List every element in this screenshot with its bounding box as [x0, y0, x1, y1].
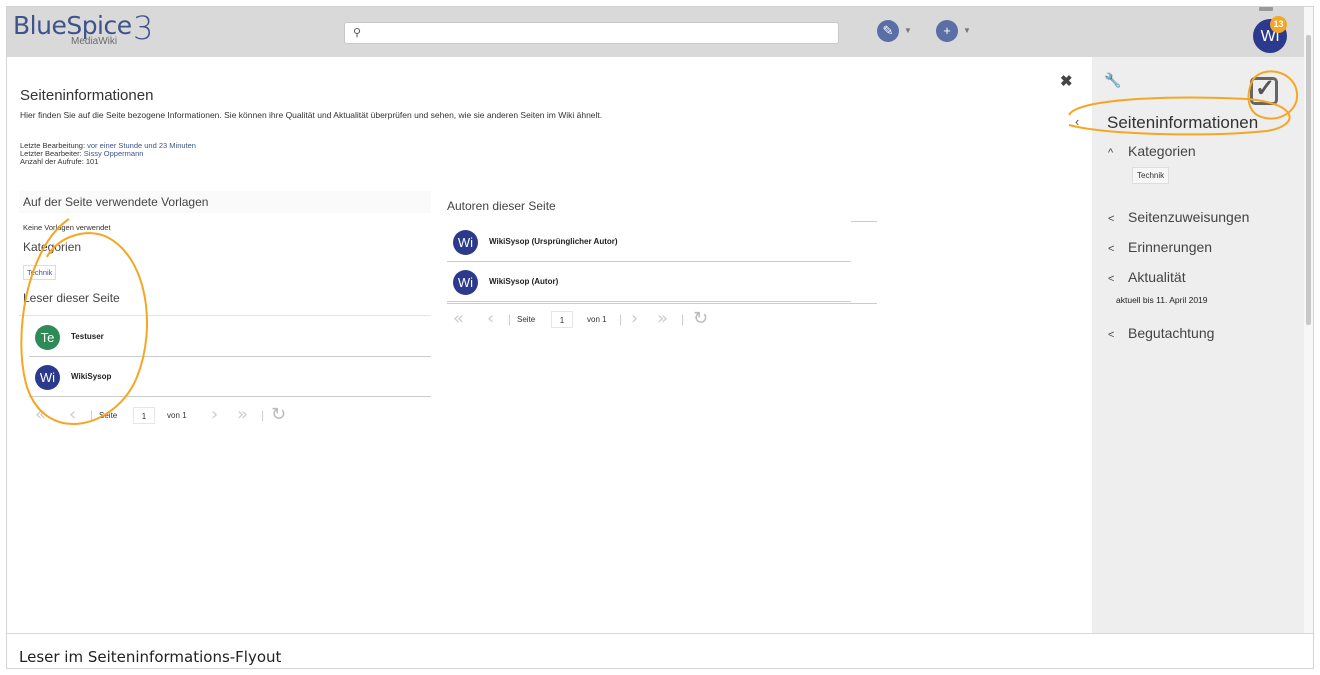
prev-page-icon[interactable]: ‹ — [487, 308, 494, 329]
pager-separator: | — [261, 408, 265, 422]
reader-name: Testuser — [71, 332, 104, 341]
prev-page-icon[interactable]: ‹ — [69, 404, 76, 425]
pager-separator: | — [619, 312, 623, 326]
flyout-category-tag[interactable]: Technik — [1132, 167, 1170, 184]
logo[interactable]: BlueSpice MediaWiki 3 — [13, 9, 163, 51]
close-icon[interactable]: ✖ — [1060, 72, 1073, 90]
search-input[interactable]: ⚲ — [344, 22, 839, 44]
of-pages-label: von 1 — [587, 315, 607, 324]
refresh-icon[interactable]: ↻ — [693, 308, 708, 329]
first-page-icon[interactable]: « — [453, 308, 464, 329]
search-icon: ⚲ — [353, 27, 362, 39]
avatar: Wi — [453, 270, 478, 295]
first-page-icon[interactable]: « — [35, 404, 46, 425]
wrench-icon[interactable]: 🔧 — [1104, 72, 1121, 89]
edit-button[interactable]: ✎ — [877, 20, 899, 42]
next-page-icon[interactable]: › — [211, 404, 218, 425]
category-tag[interactable]: Technik — [23, 265, 57, 280]
caption-divider — [7, 633, 1313, 634]
top-edge-handle — [1259, 7, 1273, 11]
author-row[interactable]: Wi WikiSysop (Ursprünglicher Autor) — [447, 222, 851, 262]
notification-badge[interactable]: 13 — [1270, 16, 1287, 33]
author-name: WikiSysop (Ursprünglicher Autor) — [489, 237, 618, 246]
flyout-item-review[interactable]: < Begutachtung — [1108, 325, 1214, 341]
page-info-dialog: ✖ Seiteninformationen Hier finden Sie au… — [7, 57, 1092, 633]
logo-version: 3 — [133, 9, 154, 47]
readers-header: Leser dieser Seite — [19, 287, 431, 309]
avatar: Te — [35, 325, 60, 350]
edit-dropdown-caret[interactable]: ▼ — [904, 26, 912, 35]
readers-pager: « ‹ | Seite 1 von 1 › » | ↻ — [35, 404, 295, 427]
flyout-item-label: Erinnerungen — [1128, 239, 1213, 255]
templates-none-text: Keine Vorlagen verwendet — [23, 223, 111, 232]
pager-separator: | — [90, 408, 94, 422]
checkbox-icon[interactable]: ✓ — [1250, 75, 1278, 105]
flyout-item-assignments[interactable]: < Seitenzuweisungen — [1108, 209, 1249, 225]
templates-header: Auf der Seite verwendete Vorlagen — [19, 191, 431, 213]
scrollbar-thumb[interactable] — [1306, 35, 1311, 325]
readers-divider — [19, 315, 431, 316]
avatar: Wi — [453, 230, 478, 255]
screenshot: BlueSpice MediaWiki 3 ⚲ ✎ ▼ + ▼ Wi 13 ✖ … — [7, 7, 1313, 633]
avatar: Wi — [35, 365, 60, 390]
flyout-item-label: Aktualität — [1128, 269, 1186, 285]
refresh-icon[interactable]: ↻ — [271, 404, 286, 425]
page-info-flyout: 🔧 ✓ ‹ Seiteninformationen ^ Kategorien Te… — [1075, 57, 1304, 633]
page-input[interactable]: 1 — [551, 311, 573, 328]
page-label: Seite — [99, 411, 118, 420]
page-description: Hier finden Sie auf die Seite bezogene I… — [20, 110, 603, 120]
chevron-left-icon: < — [1108, 329, 1115, 341]
last-page-icon[interactable]: » — [657, 308, 668, 329]
reader-name: WikiSysop — [71, 372, 112, 381]
chevron-up-icon: ^ — [1108, 147, 1114, 159]
pencil-icon: ✎ — [882, 23, 894, 38]
actuality-note: aktuell bis 11. April 2019 — [1116, 295, 1208, 305]
authors-divider — [851, 221, 877, 222]
figure-caption: Leser im Seiteninformations-Flyout — [19, 648, 282, 666]
categories-header: Kategorien — [19, 236, 431, 258]
chevron-left-icon: < — [1108, 213, 1115, 225]
chevron-left-icon: < — [1108, 273, 1115, 285]
chevron-left-icon: < — [1108, 243, 1115, 255]
of-pages-label: von 1 — [167, 411, 187, 420]
author-row[interactable]: Wi WikiSysop (Autor) — [447, 262, 851, 302]
page-title: Seiteninformationen — [20, 87, 154, 104]
plus-icon: + — [943, 23, 951, 38]
add-dropdown-caret[interactable]: ▼ — [963, 26, 971, 35]
authors-header: Autoren dieser Seite — [443, 195, 877, 217]
views-row: Anzahl der Aufrufe: 101 — [20, 157, 99, 166]
authors-pager: « ‹ | Seite 1 von 1 | › » | ↻ — [453, 308, 723, 331]
logo-sub: MediaWiki — [71, 36, 118, 47]
author-name: WikiSysop (Autor) — [489, 277, 559, 286]
authors-bottom-divider — [447, 303, 877, 304]
figure-frame: BlueSpice MediaWiki 3 ⚲ ✎ ▼ + ▼ Wi 13 ✖ … — [6, 6, 1314, 669]
scrollbar[interactable] — [1304, 7, 1313, 633]
flyout-item-categories[interactable]: ^ Kategorien — [1108, 143, 1196, 159]
flyout-item-label: Kategorien — [1128, 143, 1196, 159]
back-chevron-icon[interactable]: ‹ — [1075, 114, 1079, 129]
pager-separator: | — [508, 312, 512, 326]
reader-row[interactable]: Te Testuser — [29, 317, 431, 357]
reader-row[interactable]: Wi WikiSysop — [29, 357, 431, 397]
pager-separator: | — [681, 312, 685, 326]
flyout-item-label: Begutachtung — [1128, 325, 1215, 341]
flyout-title: Seiteninformationen — [1107, 113, 1259, 132]
page-label: Seite — [517, 315, 536, 324]
flyout-item-label: Seitenzuweisungen — [1128, 209, 1250, 225]
next-page-icon[interactable]: › — [631, 308, 638, 329]
last-page-icon[interactable]: » — [237, 404, 248, 425]
page-input[interactable]: 1 — [133, 407, 155, 424]
flyout-item-actuality[interactable]: < Aktualität — [1108, 269, 1186, 285]
top-bar: BlueSpice MediaWiki 3 ⚲ ✎ ▼ + ▼ Wi 13 — [7, 7, 1313, 57]
flyout-item-reminders[interactable]: < Erinnerungen — [1108, 239, 1212, 255]
add-button[interactable]: + — [936, 20, 958, 42]
